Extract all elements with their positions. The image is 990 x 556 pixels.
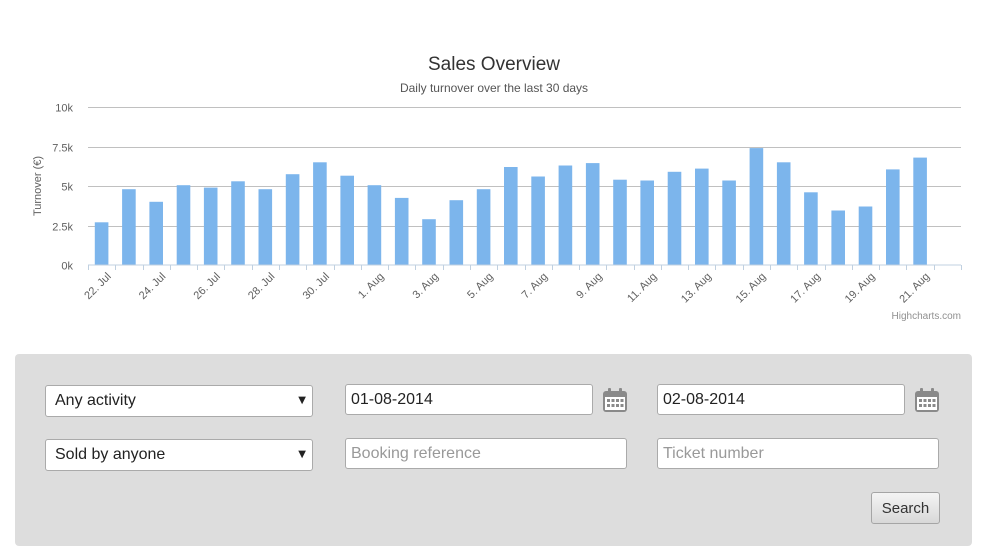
calendar-icon[interactable]	[914, 387, 940, 413]
x-tick-label: 17. Aug	[788, 271, 823, 306]
booking-reference-input[interactable]	[345, 438, 627, 469]
seller-select-value: Sold by anyone	[55, 446, 166, 463]
x-tick-label: 26. Jul	[192, 271, 223, 302]
bar[interactable]	[640, 180, 654, 266]
grid-lines	[88, 107, 961, 227]
calendar-icon[interactable]	[602, 387, 628, 413]
bar[interactable]	[749, 148, 764, 265]
x-tick-label: 11. Aug	[625, 271, 659, 305]
bar[interactable]	[613, 179, 627, 265]
search-button[interactable]: Search	[871, 492, 940, 524]
bar[interactable]	[94, 222, 109, 265]
y-tick-label: 2.5k	[52, 222, 73, 234]
bar[interactable]	[722, 180, 736, 266]
chart-title: Sales Overview	[428, 54, 560, 75]
bar-series	[94, 148, 927, 266]
bar[interactable]	[122, 189, 136, 265]
x-tick-label: 21. Aug	[897, 271, 932, 306]
y-tick-label: 10k	[55, 103, 73, 115]
chevron-down-icon: ▼	[298, 395, 306, 406]
x-tick-label: 3. Aug	[411, 271, 442, 302]
x-tick-label: 19. Aug	[843, 271, 878, 306]
bar[interactable]	[149, 201, 163, 265]
bar[interactable]	[831, 210, 845, 266]
bar[interactable]	[695, 168, 709, 265]
x-tick-label: 28. Jul	[246, 271, 277, 302]
bar[interactable]	[585, 163, 600, 265]
bar[interactable]	[531, 176, 545, 266]
activity-select[interactable]: Any activity ▼	[45, 385, 313, 417]
bar[interactable]	[913, 157, 927, 265]
x-axis-ticks: 22. Jul 24. Jul 26. Jul 28. Jul 30. Jul 1. Au…	[82, 265, 962, 306]
bar[interactable]	[886, 169, 900, 265]
date-to-input[interactable]	[657, 384, 905, 415]
y-tick-label: 5k	[61, 182, 73, 194]
bar[interactable]	[449, 200, 464, 265]
ticket-number-input[interactable]	[657, 438, 939, 469]
bar[interactable]	[394, 197, 409, 265]
bar[interactable]	[367, 185, 382, 265]
x-tick-label: 15. Aug	[734, 271, 769, 306]
bar[interactable]	[504, 167, 518, 265]
activity-select-value: Any activity	[55, 392, 136, 409]
y-axis-title: Turnover (€)	[32, 156, 44, 216]
y-tick-label: 7.5k	[52, 143, 73, 155]
y-tick-label: 0k	[61, 261, 73, 273]
x-tick-label: 24. Jul	[137, 271, 168, 302]
chevron-down-icon: ▼	[298, 449, 306, 460]
bar[interactable]	[776, 162, 791, 265]
bar[interactable]	[231, 181, 245, 265]
date-from-input[interactable]	[345, 384, 593, 415]
bar[interactable]	[340, 175, 354, 265]
x-tick-label: 7. Aug	[520, 271, 551, 302]
bar[interactable]	[258, 189, 273, 265]
bar[interactable]	[858, 206, 873, 266]
bar[interactable]	[203, 187, 218, 265]
x-tick-label: 30. Jul	[301, 271, 332, 302]
x-tick-label: 5. Aug	[465, 271, 496, 302]
filter-panel: Any activity ▼ Sold by anyone ▼ Search	[15, 354, 972, 546]
bar[interactable]	[476, 189, 491, 265]
y-axis-ticks: 0k 2.5k 5k 7.5k 10k	[52, 103, 73, 273]
seller-select[interactable]: Sold by anyone ▼	[45, 439, 313, 471]
bar[interactable]	[558, 165, 573, 266]
x-tick-label: 9. Aug	[574, 271, 605, 302]
sales-chart: Sales Overview Daily turnover over the l…	[0, 0, 990, 330]
bar[interactable]	[667, 171, 682, 265]
bar[interactable]	[285, 174, 300, 265]
chart-subtitle: Daily turnover over the last 30 days	[400, 81, 588, 95]
x-tick-label: 1. Aug	[356, 271, 387, 302]
x-tick-label: 13. Aug	[679, 271, 714, 306]
highcharts-credit[interactable]: Highcharts.com	[892, 311, 961, 322]
bar[interactable]	[313, 162, 327, 265]
bar[interactable]	[804, 192, 818, 265]
x-tick-label: 22. Jul	[82, 271, 113, 302]
bar[interactable]	[422, 219, 436, 265]
bar[interactable]	[176, 185, 191, 265]
chart-canvas: Sales Overview Daily turnover over the l…	[32, 54, 962, 322]
